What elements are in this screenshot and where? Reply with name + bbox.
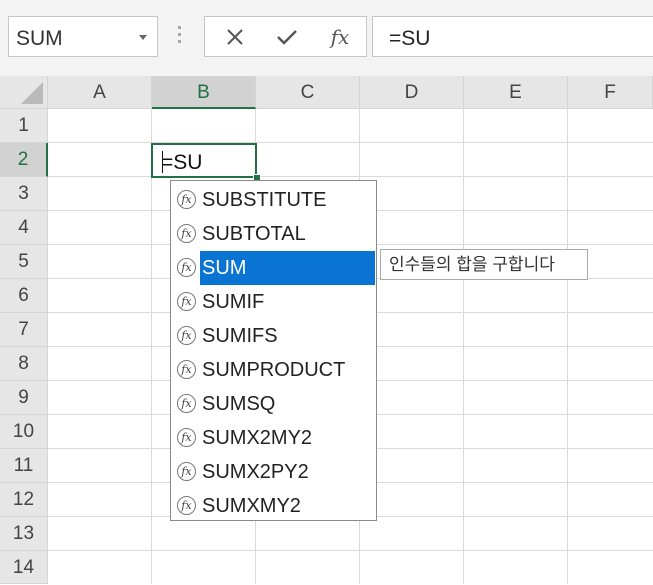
function-icon: fx xyxy=(177,258,196,277)
row-header-12[interactable]: 12 xyxy=(0,483,48,517)
function-autocomplete-list: fx SUBSTITUTE fx SUBTOTAL fx SUM fx SUMI… xyxy=(170,180,377,521)
function-icon: fx xyxy=(177,428,196,447)
row-header-4[interactable]: 4 xyxy=(0,211,48,245)
close-icon xyxy=(227,29,243,45)
formula-buttons: fx xyxy=(204,16,367,57)
autocomplete-item-sum[interactable]: fx SUM xyxy=(174,251,375,285)
autocomplete-item-subtotal[interactable]: fx SUBTOTAL xyxy=(174,217,375,251)
row-header-3[interactable]: 3 xyxy=(0,177,48,211)
row-header-11[interactable]: 11 xyxy=(0,449,48,483)
select-all-icon xyxy=(21,82,43,104)
autocomplete-item-sumsq[interactable]: fx SUMSQ xyxy=(174,387,375,421)
autocomplete-item-sumif[interactable]: fx SUMIF xyxy=(174,285,375,319)
column-header-c[interactable]: C xyxy=(256,76,360,109)
formula-bar[interactable]: =SU xyxy=(372,16,653,57)
chevron-down-icon[interactable] xyxy=(139,35,147,40)
text-cursor xyxy=(162,151,163,173)
function-icon: fx xyxy=(177,496,196,515)
function-icon: fx xyxy=(177,394,196,413)
function-icon: fx xyxy=(177,190,196,209)
autocomplete-item-sumx2py2[interactable]: fx SUMX2PY2 xyxy=(174,455,375,489)
column-header-e[interactable]: E xyxy=(464,76,568,109)
autocomplete-item-sumifs[interactable]: fx SUMIFS xyxy=(174,319,375,353)
name-box[interactable]: SUM xyxy=(8,16,158,57)
row-header-9[interactable]: 9 xyxy=(0,381,48,415)
autocomplete-item-sumxmy2[interactable]: fx SUMXMY2 xyxy=(174,489,375,523)
function-icon: fx xyxy=(177,326,196,345)
row-header-1[interactable]: 1 xyxy=(0,109,48,143)
function-tooltip: 인수들의 합을 구합니다 xyxy=(380,249,588,280)
enter-button[interactable] xyxy=(267,20,307,54)
cancel-button[interactable] xyxy=(215,20,255,54)
function-icon: fx xyxy=(177,292,196,311)
drag-handle-icon[interactable] xyxy=(178,26,181,48)
function-icon: fx xyxy=(177,224,196,243)
column-header-b[interactable]: B xyxy=(152,76,256,109)
check-icon xyxy=(277,30,297,45)
autocomplete-item-sumx2my2[interactable]: fx SUMX2MY2 xyxy=(174,421,375,455)
row-header-14[interactable]: 14 xyxy=(0,551,48,584)
row-header-7[interactable]: 7 xyxy=(0,313,48,347)
active-cell-b2[interactable]: =SU xyxy=(151,143,257,178)
function-icon: fx xyxy=(330,25,350,49)
row-header-8[interactable]: 8 xyxy=(0,347,48,381)
select-all-button[interactable] xyxy=(0,76,48,109)
column-header-f[interactable]: F xyxy=(568,76,653,109)
row-header-5[interactable]: 5 xyxy=(0,245,48,279)
row-header-13[interactable]: 13 xyxy=(0,517,48,551)
row-header-2[interactable]: 2 xyxy=(0,143,48,177)
autocomplete-item-substitute[interactable]: fx SUBSTITUTE xyxy=(174,183,375,217)
function-icon: fx xyxy=(177,462,196,481)
function-icon: fx xyxy=(177,360,196,379)
row-header-10[interactable]: 10 xyxy=(0,415,48,449)
column-header-a[interactable]: A xyxy=(48,76,152,109)
formula-bar-value: =SU xyxy=(389,27,431,50)
insert-function-button[interactable]: fx xyxy=(320,20,360,54)
row-header-6[interactable]: 6 xyxy=(0,279,48,313)
column-header-d[interactable]: D xyxy=(360,76,464,109)
autocomplete-item-sumproduct[interactable]: fx SUMPRODUCT xyxy=(174,353,375,387)
name-box-value: SUM xyxy=(16,27,63,50)
